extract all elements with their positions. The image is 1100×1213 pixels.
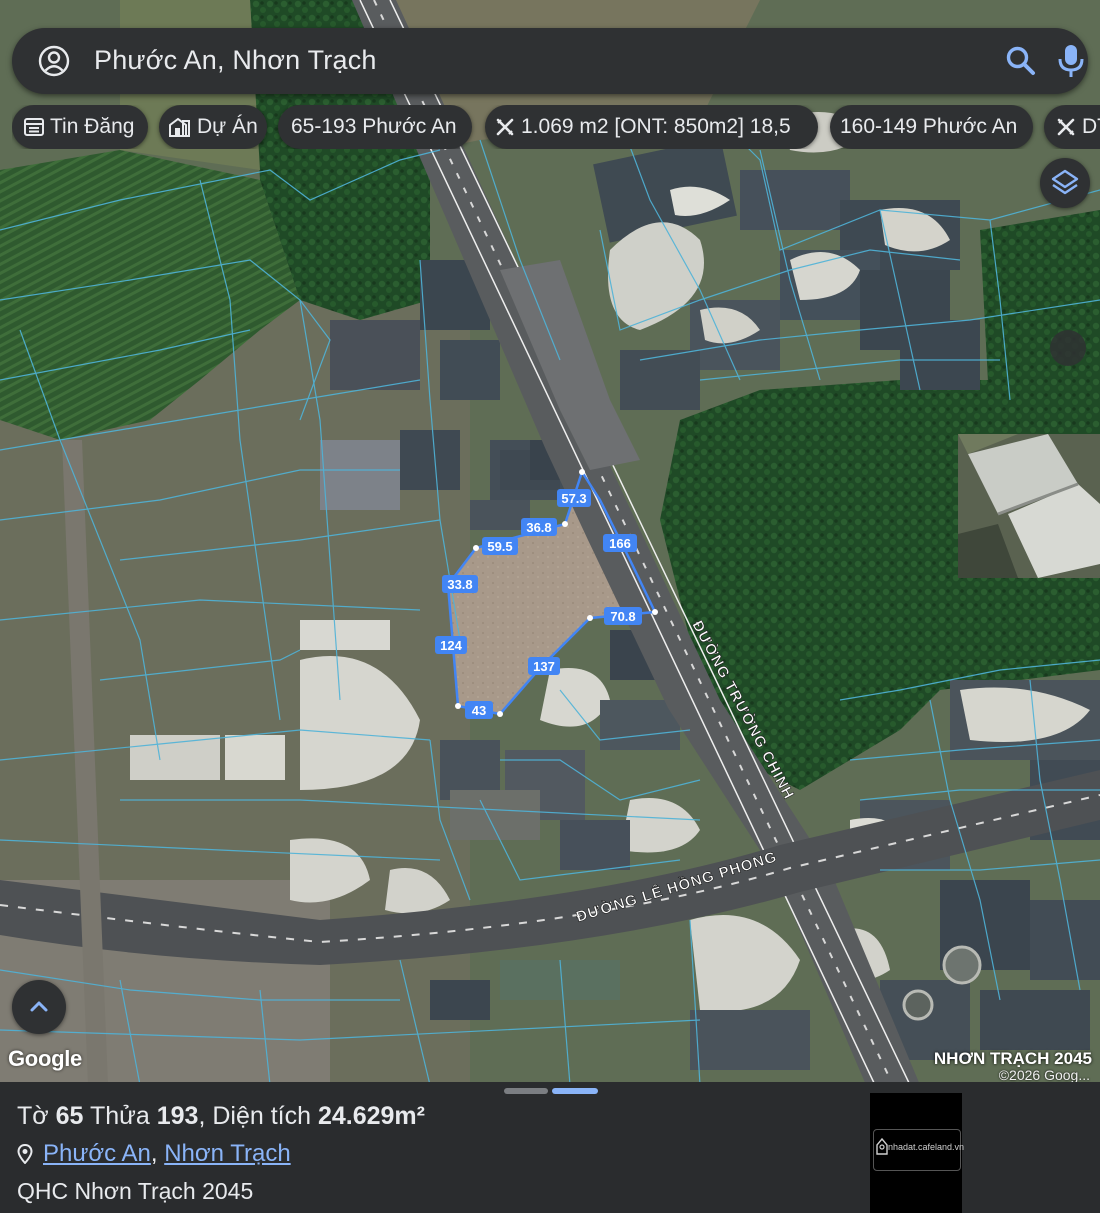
link-district[interactable]: Nhơn Trạch [164,1140,290,1167]
dimension-label: 70.8 [610,609,635,624]
dimension-label: 124 [440,638,462,653]
layers-button[interactable] [1040,158,1090,208]
chip-dt[interactable]: DT [1044,105,1100,149]
dimension-label: 59.5 [487,539,512,554]
dimension-label: 137 [533,659,555,674]
cafeland-badge[interactable]: nhadat.cafeland.vn [870,1093,965,1213]
chevron-up-icon [30,1001,48,1012]
location-pin-icon [17,1144,33,1164]
dimension-label: 43 [472,703,486,718]
chip-parcel-160-149[interactable]: 160-149 Phước An [830,105,1033,149]
list-icon [24,118,44,136]
dimension-label: 36.8 [526,520,551,535]
chip-parcel-65-193[interactable]: 65-193 Phước An [278,105,472,149]
google-logo: Google [8,1046,82,1071]
filter-chips: Tin Đăng Dự Án 65-193 Phước An 1.069 m2 … [12,105,1100,149]
chip-label: Dự Án [197,115,258,138]
chip-listing-area[interactable]: 1.069 m2 [ONT: 850m2] 18,5 [485,105,818,149]
sheet-handle-active[interactable] [552,1088,598,1094]
search-bar[interactable]: Phước An, Nhơn Trạch [12,28,1088,94]
ruler-icon [496,118,514,136]
map-copyright[interactable]: ©2026 Goog... [999,1067,1090,1083]
bottom-sheet[interactable]: Tờ 65 Thửa 193, Diện tích 24.629m² Phước… [0,1082,1100,1213]
chip-du-an[interactable]: Dự Án [159,105,267,149]
chip-label: 1.069 m2 [ONT: 850m2] 18,5 [521,115,791,138]
cafeland-logo-text: nhadat.cafeland.vn [888,1142,965,1152]
chip-label: 65-193 Phước An [291,115,457,138]
location-dot-button[interactable] [1050,330,1086,366]
dimension-label: 33.8 [447,577,472,592]
chip-label: DT [1082,115,1100,138]
ruler-icon [1057,118,1075,136]
house-icon [876,1137,888,1155]
watermark-nhon-trach-2045: NHƠN TRẠCH 2045 [933,1049,1092,1068]
dimension-label: 57.3 [561,491,586,506]
building-icon [169,117,190,137]
search-icon[interactable] [1004,44,1038,78]
forest-northeast [980,210,1100,420]
dimension-label: 166 [609,536,631,551]
satellite-map[interactable]: 57.3 36.8 59.5 166 33.8 70.8 124 137 43 … [0,0,1100,1085]
account-icon[interactable] [38,45,70,77]
chip-label: 160-149 Phước An [840,115,1018,138]
sheet-handle[interactable] [504,1088,548,1094]
plan-name: QHC Nhơn Trạch 2045 [17,1178,254,1204]
parcel-title: Tờ 65 Thửa 193, Diện tích 24.629m² [17,1102,425,1130]
link-ward[interactable]: Phước An [43,1140,151,1167]
microphone-icon[interactable] [1056,42,1086,80]
street-thumbnail[interactable] [958,434,1100,578]
chip-label: Tin Đăng [50,115,135,138]
search-input[interactable]: Phước An, Nhơn Trạch [94,45,377,76]
chip-tin-dang[interactable]: Tin Đăng [12,105,148,149]
expand-sheet-button[interactable] [12,980,66,1034]
layers-icon [1051,169,1079,195]
